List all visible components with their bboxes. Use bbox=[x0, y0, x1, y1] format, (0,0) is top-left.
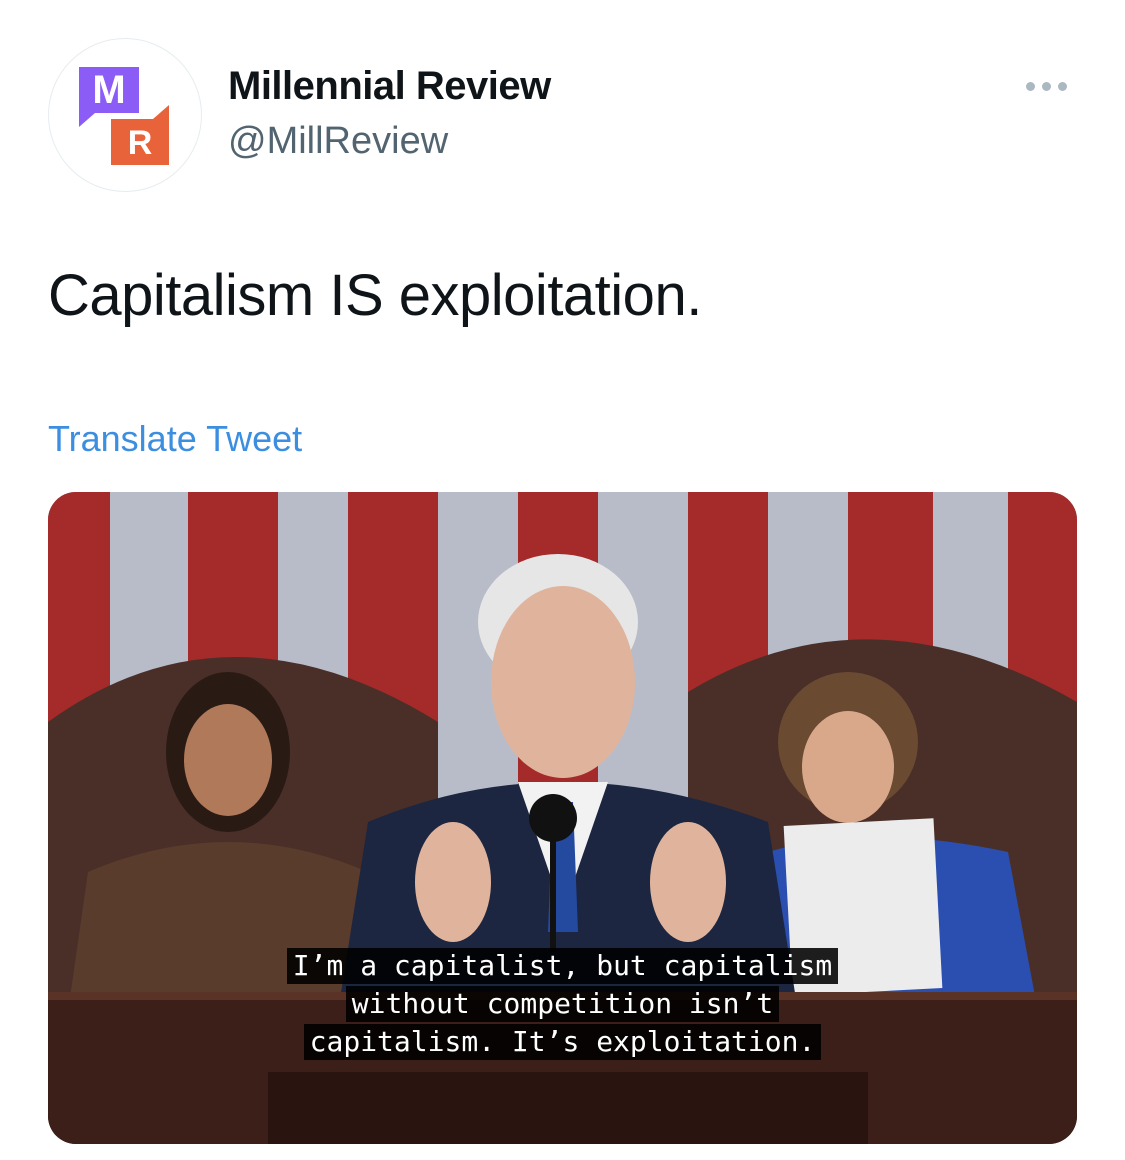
dot-icon bbox=[1026, 81, 1035, 91]
caption-line: without competition isn’t bbox=[345, 986, 780, 1022]
caption-line: capitalism. It’s exploitation. bbox=[303, 1024, 822, 1060]
author-name[interactable]: Millennial Review bbox=[228, 64, 551, 109]
logo-m-icon: M bbox=[79, 67, 139, 127]
more-options-icon[interactable] bbox=[1026, 76, 1076, 96]
dot-icon bbox=[1058, 81, 1067, 91]
translate-tweet-link[interactable]: Translate Tweet bbox=[48, 418, 302, 460]
tweet-media-image[interactable]: I’m a capitalist, but capitalism without… bbox=[48, 492, 1077, 1144]
avatar[interactable]: M R bbox=[48, 38, 202, 192]
logo-r-icon: R bbox=[111, 105, 169, 165]
tweet-text: Capitalism IS exploitation. bbox=[48, 263, 702, 328]
video-captions: I’m a capitalist, but capitalism without… bbox=[48, 948, 1077, 1060]
caption-line: I’m a capitalist, but capitalism bbox=[286, 948, 839, 984]
dot-icon bbox=[1042, 81, 1051, 91]
author-handle[interactable]: @MillReview bbox=[228, 120, 448, 163]
